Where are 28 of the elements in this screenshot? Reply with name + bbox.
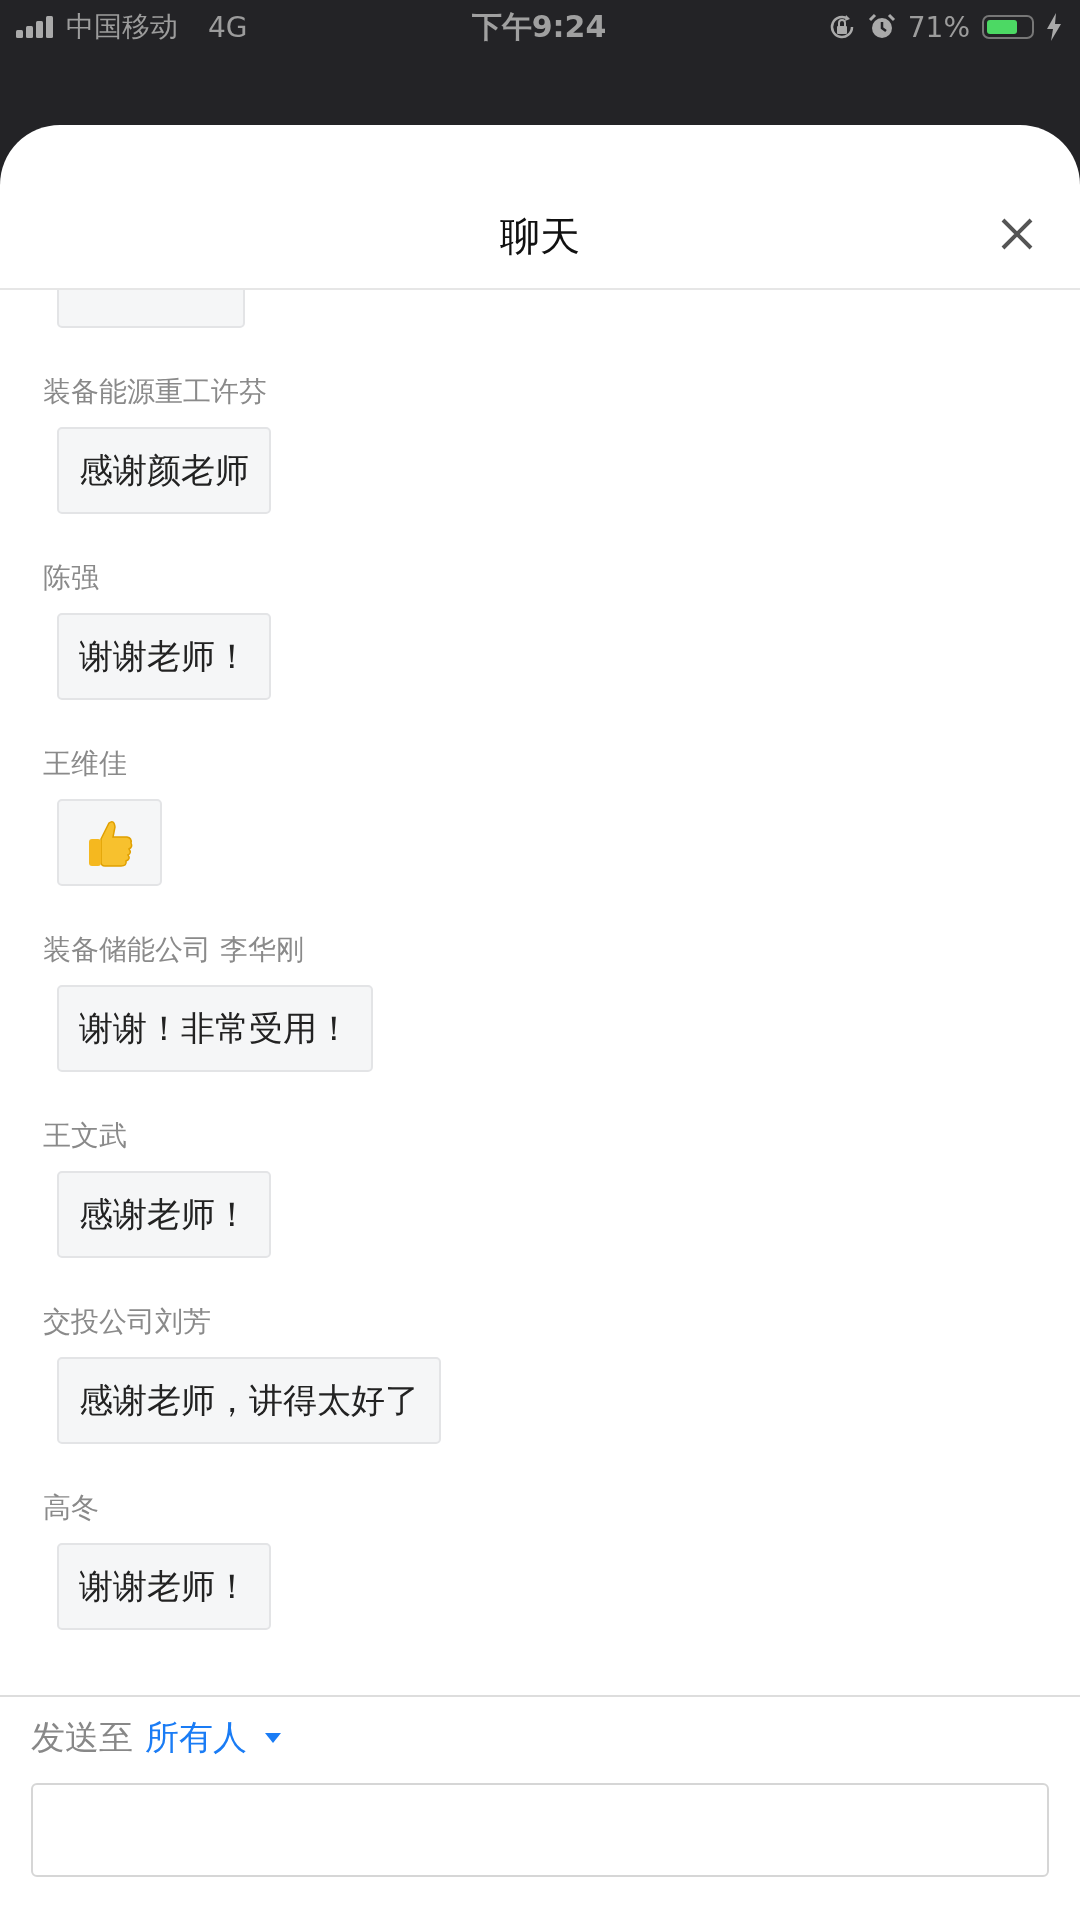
charging-icon bbox=[1046, 13, 1062, 41]
caret-icon bbox=[265, 1733, 281, 1743]
sender-name: 王文武 bbox=[43, 1118, 127, 1154]
message-bubble: 感谢老师！ bbox=[57, 1171, 271, 1258]
sheet-title: 聊天 bbox=[500, 212, 580, 261]
message-bubble: 感谢老师，讲得太好了 bbox=[57, 1357, 441, 1444]
message-bubble: 谢谢老师！ bbox=[57, 1543, 271, 1630]
carrier-name: 中国移动 bbox=[66, 9, 178, 45]
sender-name: 高冬 bbox=[43, 1490, 99, 1526]
recipient-dropdown[interactable]: 所有人 bbox=[145, 1715, 281, 1761]
message-bubble: 谢谢！非常受用！ bbox=[57, 985, 373, 1072]
sender-name: 交投公司刘芳 bbox=[43, 1304, 211, 1340]
battery-percent: 71% bbox=[907, 10, 970, 44]
sender-name: 王维佳 bbox=[43, 746, 127, 782]
thumbs-up-icon bbox=[86, 818, 133, 867]
sender-name: 装备储能公司 李华刚 bbox=[43, 932, 304, 968]
battery-icon bbox=[982, 15, 1034, 39]
clock-time: 下午9:24 bbox=[471, 7, 607, 46]
alarm-icon bbox=[867, 13, 896, 41]
send-to-label: 发送至 bbox=[31, 1716, 133, 1759]
message-bubble: 谢谢老师！ bbox=[57, 613, 271, 700]
sender-name: 装备能源重工许芬 bbox=[43, 374, 267, 410]
message-bubble: 感谢颜老师 bbox=[57, 427, 271, 514]
sender-name: 陈强 bbox=[43, 560, 99, 596]
network-type: 4G bbox=[208, 10, 248, 44]
message-input[interactable] bbox=[31, 1783, 1049, 1877]
close-icon[interactable] bbox=[1000, 217, 1034, 251]
signal-icon bbox=[16, 16, 56, 38]
